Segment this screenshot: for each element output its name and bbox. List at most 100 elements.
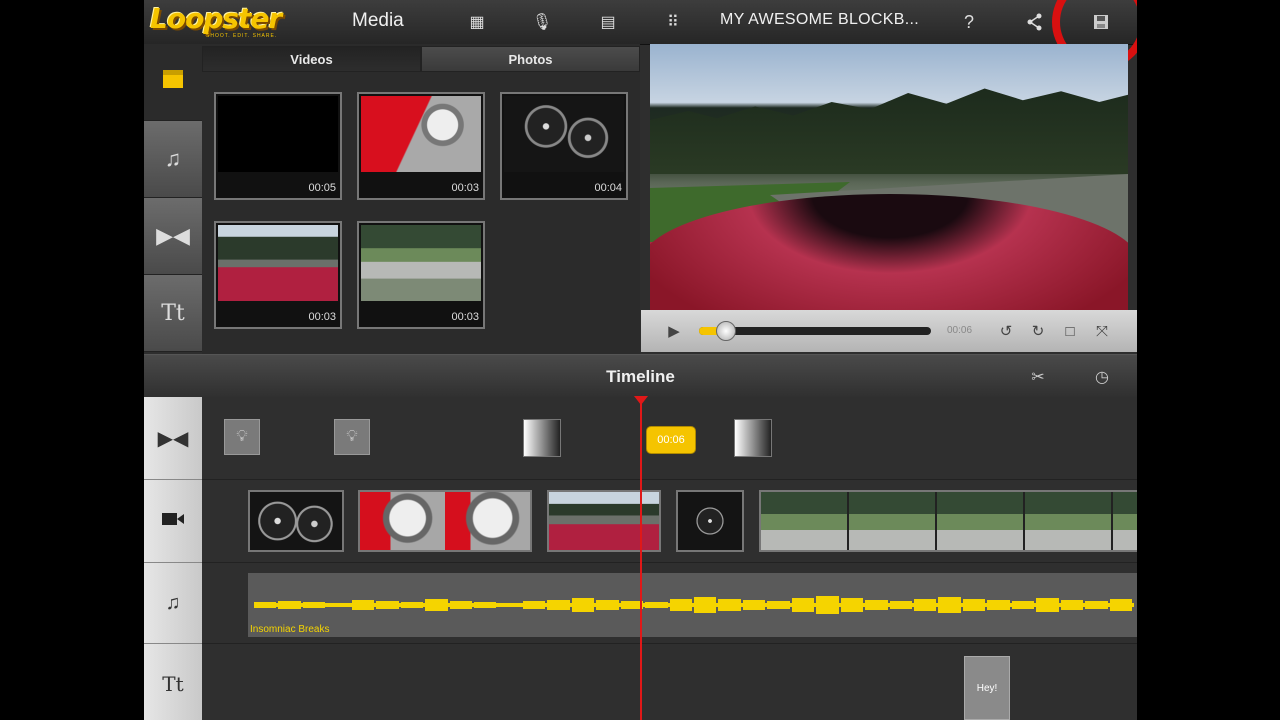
playhead-line [640, 396, 642, 720]
thumbnail-duration: 00:05 [308, 182, 336, 194]
waveform-peak [1060, 600, 1084, 610]
video-thumbnail[interactable]: 00:03 [357, 92, 485, 200]
waveform-peak [889, 601, 912, 609]
split-clip-icon[interactable]: ✂ [1026, 365, 1050, 389]
waveform-peak [791, 598, 815, 612]
audio-clip[interactable]: Insomniac Breaks [248, 573, 1137, 637]
media-title: Media [352, 10, 404, 31]
waveform-peak [571, 598, 595, 612]
project-title[interactable]: MY AWESOME BLOCKB... [720, 11, 919, 29]
transition-track: 💡︎ 💡︎ 00:06 [202, 397, 1137, 480]
thumbnail-duration: 00:03 [451, 182, 479, 194]
audio-track: Insomniac Breaks [202, 563, 1137, 644]
tab-photos[interactable]: Photos [421, 46, 640, 72]
waveform-peak [254, 602, 277, 608]
timeline-video-clip[interactable] [248, 490, 344, 552]
thumbnail-image [218, 96, 338, 172]
waveform-peak [914, 599, 937, 611]
waveform-peak [400, 602, 424, 608]
text-category-button[interactable]: Tt [144, 275, 202, 352]
clip-import-icon[interactable]: ▤ [593, 8, 623, 36]
video-thumbnail[interactable]: 00:03 [214, 221, 342, 329]
waveform-peak [767, 601, 790, 609]
video-track-label [144, 480, 202, 563]
undo-icon[interactable]: ↺ [993, 318, 1019, 344]
app-window: Loopster SHOOT. EDIT. SHARE. Media ▦ 🎙︎ … [144, 0, 1137, 720]
waveform-peak [596, 600, 619, 610]
music-category-button[interactable]: ♫ [144, 121, 202, 198]
tab-videos[interactable]: Videos [202, 46, 421, 72]
transition-icon: ▶◀ [157, 427, 189, 450]
fade-transition[interactable] [523, 419, 561, 457]
transition-duration-tag[interactable]: 00:06 [647, 427, 695, 453]
waveform-peak [865, 600, 888, 610]
app-logo: Loopster [150, 2, 282, 35]
waveform-peak [278, 601, 301, 609]
fullscreen-icon[interactable]: ⤧ [1089, 318, 1115, 344]
waveform-peak [302, 602, 326, 608]
timeline-video-clip[interactable] [547, 490, 661, 552]
waveform-peak [669, 599, 692, 611]
video-thumbnail[interactable]: 00:04 [500, 92, 628, 200]
title-clip[interactable]: Hey! [964, 656, 1010, 720]
waveform-peak [449, 601, 472, 609]
waveform-peak [987, 600, 1010, 610]
waveform-peak [1109, 599, 1132, 611]
stop-icon[interactable]: □ [1057, 318, 1083, 344]
media-category-bar: ♫ ▶◀ Tt [144, 44, 202, 354]
help-icon[interactable]: ? [954, 8, 984, 36]
video-thumbnail[interactable]: 00:03 [357, 221, 485, 329]
thumbnail-image [504, 96, 624, 172]
waveform-peak [547, 600, 570, 610]
text-track: Hey! [202, 644, 1137, 720]
waveform-peak [474, 602, 497, 608]
storyboard-icon[interactable]: ▦ [462, 8, 492, 36]
timeline-video-clip[interactable] [759, 490, 1137, 552]
thumbnail-duration: 00:04 [594, 182, 622, 194]
waveform-peak [938, 597, 961, 613]
audio-track-label: ♫ [144, 563, 202, 644]
microphone-icon[interactable]: 🎙︎ [527, 8, 557, 36]
text-icon: Tt [161, 300, 185, 326]
timeline-title: Timeline [606, 367, 675, 386]
timeline-video-clip[interactable] [358, 490, 532, 552]
audio-clip-name: Insomniac Breaks [250, 624, 330, 635]
clip-grass-strip [761, 514, 1137, 530]
waveform-peak [962, 599, 986, 611]
video-category-button[interactable] [144, 44, 202, 121]
thumbnail-image [218, 225, 338, 301]
clip-road-strip [761, 530, 1137, 550]
waveform-peak [522, 601, 546, 609]
lightbulb-icon[interactable]: 💡︎ [224, 419, 260, 455]
waveform-peak [1011, 601, 1035, 609]
redo-icon[interactable]: ↻ [1025, 318, 1051, 344]
thumbnail-duration: 00:03 [451, 311, 479, 323]
video-camera-icon [161, 510, 185, 533]
preview-trees [650, 88, 1128, 174]
text-track-label: Tt [144, 644, 202, 720]
scrub-bar[interactable] [699, 321, 931, 341]
waveform-peak [498, 603, 521, 607]
transition-category-button[interactable]: ▶◀ [144, 198, 202, 275]
thumbnail-image [361, 96, 481, 172]
transition-track-label: ▶◀ [144, 397, 202, 480]
music-note-icon: ♫ [165, 591, 181, 614]
timeline-video-clip[interactable] [676, 490, 744, 552]
preview-car-hood [650, 194, 1128, 310]
video-preview[interactable] [650, 44, 1128, 310]
waveform-peak [1036, 598, 1059, 612]
waveform-peak [694, 597, 717, 613]
waveform-peak [425, 599, 448, 611]
share-icon[interactable] [1020, 8, 1050, 36]
play-button[interactable]: ▶ [661, 318, 687, 344]
scrub-handle[interactable] [715, 321, 736, 341]
waveform-peak [742, 600, 766, 610]
fade-transition[interactable] [734, 419, 772, 457]
waveform-peak [840, 598, 864, 612]
video-thumbnail[interactable]: 00:05 [214, 92, 342, 200]
logo-tagline: SHOOT. EDIT. SHARE. [206, 33, 278, 39]
grid-icon[interactable]: ⠿ [658, 8, 688, 36]
clock-icon[interactable]: ◷ [1090, 365, 1114, 389]
media-browser: Videos Photos 00:05 00:03 00:04 00:03 00… [202, 44, 640, 354]
lightbulb-icon[interactable]: 💡︎ [334, 419, 370, 455]
